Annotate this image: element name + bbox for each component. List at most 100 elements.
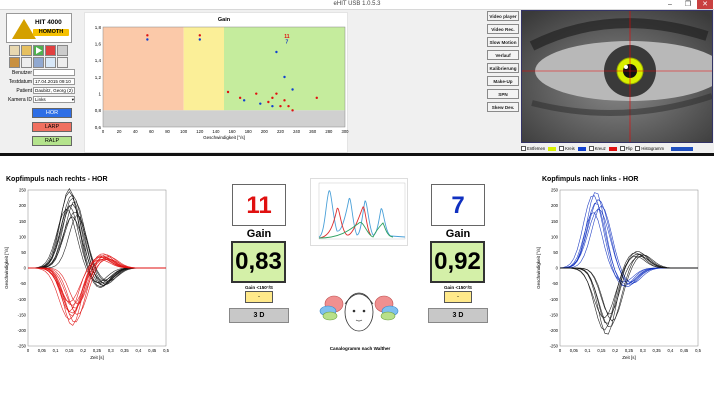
- spn-button[interactable]: SPN: [487, 89, 519, 99]
- left-head-xtick: 0,45: [148, 348, 157, 353]
- gain-scatter-svg: Gain 1,8 1,6 1,4 1,2 1 0,8 0,60 20 40 60 80 100 120 14…: [95, 17, 349, 140]
- flip-checkbox[interactable]: [619, 146, 625, 152]
- date-field[interactable]: 17.04.2015 09:10: [33, 78, 75, 85]
- right-head-xlabel: Zeit [s]: [622, 355, 636, 360]
- kreis-checkbox[interactable]: [559, 146, 565, 152]
- right-head-ytick: 0: [556, 266, 559, 271]
- canal-hor-button[interactable]: HOR: [32, 108, 72, 118]
- gain-xtick: 80: [165, 129, 170, 134]
- gain-count-left: 7: [286, 40, 289, 46]
- right-head-ytick: 150: [551, 219, 559, 224]
- gain-xtick: 40: [133, 129, 138, 134]
- gain-ytick: 1,4: [95, 58, 102, 63]
- gain-point: [287, 104, 290, 108]
- gain-xtick: 220: [277, 129, 285, 134]
- histogramm-option[interactable]: Histogramm: [635, 146, 664, 152]
- camera-select[interactable]: Links ▾: [33, 96, 75, 103]
- play-icon[interactable]: [33, 45, 44, 56]
- canalogram-chart: [310, 178, 408, 246]
- kreis-option[interactable]: Kreis: [559, 146, 575, 152]
- head-diagram-svg: [319, 292, 399, 332]
- gain-xtick: 0: [102, 129, 105, 134]
- eye-controls: Entfernen Kreis Kreuz Flip Histogramm: [521, 144, 713, 153]
- left-gain-value: 0,83: [231, 241, 286, 283]
- left-3d-button[interactable]: 3 D: [229, 308, 289, 323]
- left-head-ytick: 250: [19, 188, 27, 193]
- entfernen-option[interactable]: Entfernen: [521, 145, 546, 152]
- gain-xtick: 60: [149, 129, 154, 134]
- record-icon[interactable]: [45, 45, 56, 56]
- window-title: eHIT USB 1.0.5.3: [333, 1, 381, 7]
- left-head-ytick: -50: [20, 281, 27, 286]
- gain-ytick: 0,8: [95, 108, 102, 113]
- right-head-xtick: 0,25: [625, 348, 634, 353]
- kreis-color-swatch[interactable]: [548, 146, 557, 151]
- export-icon[interactable]: [9, 57, 20, 68]
- left-head-impulse-svg: 250200150100500-50-100-150-200-2500 0,05 0…: [4, 188, 170, 360]
- flip-color-swatch[interactable]: [608, 146, 617, 151]
- right-head-xtick: 0: [559, 348, 562, 353]
- kreuz-checkbox[interactable]: [588, 146, 594, 152]
- new-icon[interactable]: [21, 57, 32, 68]
- right-gain-value: 0,92: [430, 241, 485, 283]
- minimize-button[interactable]: –: [662, 0, 678, 9]
- right-head-ytick: 100: [551, 234, 559, 239]
- video-player-button[interactable]: Video player: [487, 11, 519, 21]
- table-icon[interactable]: [45, 57, 56, 68]
- slow-motion-button[interactable]: Slow Motion: [487, 37, 519, 47]
- left-head-ytick: -250: [18, 344, 27, 349]
- verlauf-button[interactable]: Verlauf: [487, 50, 519, 60]
- gain-point: [267, 100, 270, 104]
- right-gain-sub-value: -: [444, 291, 472, 303]
- gain-xtick: 140: [212, 129, 220, 134]
- make-up-button[interactable]: Make-Up: [487, 76, 519, 86]
- video-rec-button[interactable]: Video Rec.: [487, 24, 519, 34]
- gain-xtick: 20: [117, 129, 122, 134]
- right-head-xtick: 0,1: [585, 348, 591, 353]
- kreuz-option[interactable]: Kreuz: [588, 146, 606, 152]
- right-head-xtick: 0,05: [570, 348, 579, 353]
- left-head-xtick: 0,1: [53, 348, 59, 353]
- gain-point: [279, 104, 282, 108]
- kreuz-color-swatch[interactable]: [577, 146, 586, 151]
- left-head-xtick: 0,25: [93, 348, 102, 353]
- user-field[interactable]: [33, 69, 75, 76]
- maximize-button[interactable]: ❐: [680, 0, 696, 9]
- gain-point: [146, 38, 149, 41]
- left-head-xtick: 0,3: [108, 348, 114, 353]
- chevron-down-icon: ▾: [71, 97, 74, 102]
- histogramm-checkbox[interactable]: [635, 146, 641, 152]
- eye-image: [522, 11, 712, 142]
- left-head-ytick: 100: [19, 234, 27, 239]
- folder-icon[interactable]: [21, 45, 32, 56]
- canal-ralp-button[interactable]: RALP: [32, 136, 72, 146]
- canalogram-svg: [318, 182, 406, 240]
- close-button[interactable]: ✕: [697, 0, 713, 9]
- patient-field[interactable]: Daubitz, Georg (2): [33, 87, 75, 94]
- gain-point: [283, 99, 286, 102]
- gain-point: [291, 88, 294, 91]
- left-head-xtick: 0,2: [80, 348, 86, 353]
- right-3d-button[interactable]: 3 D: [428, 308, 488, 323]
- gain-xtick: 120: [196, 129, 204, 134]
- right-head-ytick: 250: [551, 188, 559, 193]
- gain-point: [315, 96, 318, 100]
- gain-ytick: 1,8: [95, 25, 102, 30]
- gain-point: [198, 34, 201, 37]
- entfernen-label: Entfernen: [527, 145, 546, 151]
- gain-xtick: 180: [245, 129, 253, 134]
- print-icon[interactable]: [9, 45, 20, 56]
- flip-option[interactable]: Flip: [619, 146, 632, 152]
- canal-larp-button[interactable]: LARP: [32, 122, 72, 132]
- gain-point: [198, 38, 201, 41]
- save-icon[interactable]: [57, 45, 68, 56]
- eye-camera-view[interactable]: [521, 10, 713, 143]
- kalibrierung-button[interactable]: Kalibrierung: [487, 63, 519, 73]
- right-head-xtick: 0,5: [695, 348, 701, 353]
- right-gain-label: Gain: [445, 228, 471, 240]
- entfernen-checkbox[interactable]: [521, 146, 526, 152]
- left-head-ytick: 150: [19, 219, 27, 224]
- image-icon[interactable]: [33, 57, 44, 68]
- skew-dev-button[interactable]: Skew Dev.: [487, 102, 519, 112]
- copy-icon[interactable]: [57, 57, 68, 68]
